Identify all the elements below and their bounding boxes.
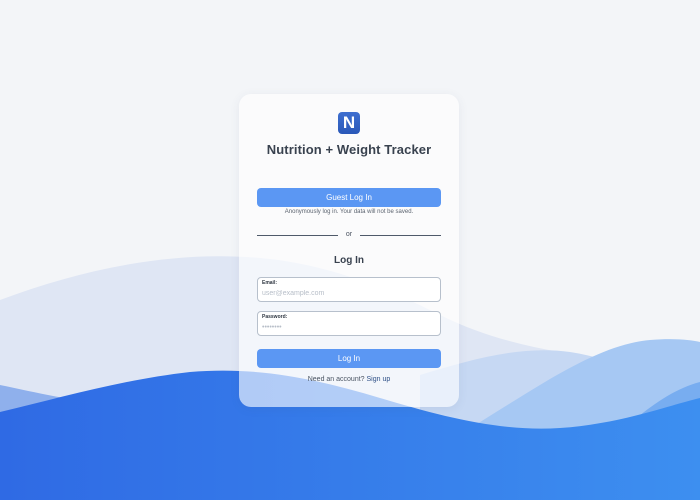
email-label: Email: [262,280,278,286]
signup-row: Need an account? Sign up [239,376,459,383]
login-button[interactable]: Log In [257,349,441,368]
app-title: Nutrition + Weight Tracker [266,142,432,157]
divider-line-right [360,235,441,236]
email-field[interactable]: Email: [257,277,441,302]
password-label: Password: [262,314,288,320]
password-field[interactable]: Password: [257,311,441,336]
login-heading: Log In [334,255,364,266]
signup-link[interactable]: Sign up [367,376,391,383]
email-input[interactable] [261,287,439,299]
signup-prompt: Need an account? [307,376,367,383]
guest-login-button[interactable]: Guest Log In [257,188,441,207]
app-logo-icon: N [338,112,360,134]
guest-login-note: Anonymously log in. Your data will not b… [284,209,414,215]
login-card: N Nutrition + Weight Tracker Guest Log I… [239,94,459,407]
password-input[interactable] [261,321,439,333]
login-screen: N Nutrition + Weight Tracker Guest Log I… [0,0,700,500]
